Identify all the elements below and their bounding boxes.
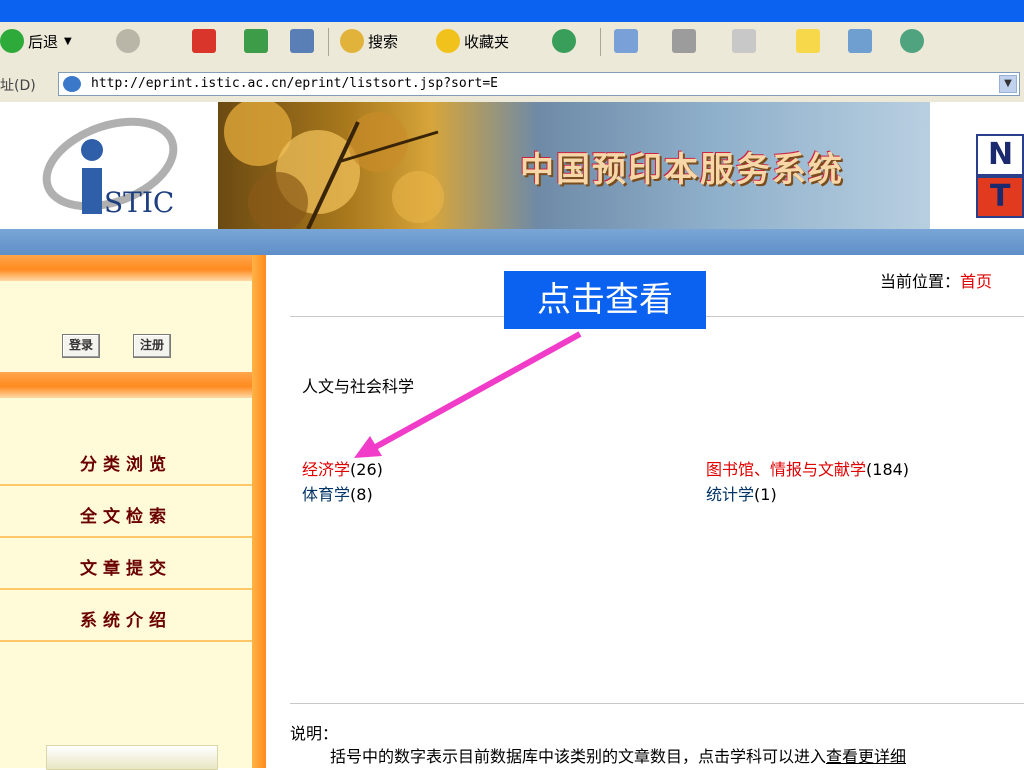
istic-logo[interactable]: STIC bbox=[0, 102, 218, 229]
partner-logo[interactable]: N T bbox=[976, 134, 1024, 218]
sidebar-item-about[interactable]: 系统介绍 bbox=[0, 592, 252, 642]
site-title: 中国预印本服务系统 bbox=[520, 150, 844, 190]
category-link-sports[interactable]: 体育学 bbox=[302, 485, 350, 504]
sidebar-item-fulltext-search[interactable]: 全文检索 bbox=[0, 488, 252, 538]
site-banner: STIC 中国预印本服务系统 N T bbox=[0, 102, 1024, 229]
note-label: 说明： bbox=[290, 724, 339, 743]
history-icon bbox=[552, 29, 576, 53]
sidebar-item-label: 文章提交 bbox=[80, 559, 172, 579]
note-body: 括号中的数字表示目前数据库中该类别的文章数目，点击学科可以进入 bbox=[330, 747, 827, 766]
refresh-icon bbox=[244, 29, 268, 53]
sidebar-item-label: 分类浏览 bbox=[80, 455, 172, 475]
refresh-button[interactable] bbox=[244, 28, 272, 54]
category-count: (8) bbox=[350, 485, 373, 504]
edit-icon bbox=[732, 29, 756, 53]
toolbar-separator bbox=[328, 28, 329, 56]
forward-arrow-icon bbox=[116, 29, 140, 53]
messenger-button[interactable] bbox=[900, 28, 928, 54]
breadcrumb: 当前位置：首页 bbox=[880, 268, 992, 292]
note-text: 括号中的数字表示目前数据库中该类别的文章数目，点击学科可以进入查看更详细 bbox=[330, 743, 906, 767]
category-item: 体育学(8) bbox=[302, 481, 373, 505]
sidebar-edge bbox=[252, 255, 266, 768]
sidebar-band-top bbox=[0, 255, 252, 281]
back-arrow-icon bbox=[0, 29, 24, 53]
home-icon bbox=[290, 29, 314, 53]
print-button[interactable] bbox=[672, 28, 700, 54]
back-label: 后退 bbox=[28, 32, 59, 51]
sidebar-item-browse[interactable]: 分类浏览 bbox=[0, 436, 252, 486]
address-dropdown-icon[interactable]: ▼ bbox=[999, 75, 1017, 93]
register-button[interactable]: 注册 bbox=[133, 334, 172, 358]
print-icon bbox=[672, 29, 696, 53]
nav-strip bbox=[0, 229, 1024, 255]
sidebar-item-label: 系统介绍 bbox=[80, 611, 172, 631]
search-label: 搜索 bbox=[368, 32, 399, 51]
partner-logo-t: T bbox=[976, 176, 1024, 218]
favorites-label: 收藏夹 bbox=[464, 32, 510, 51]
address-bar: 址(D) http://eprint.istic.ac.cn/eprint/li… bbox=[0, 66, 1024, 103]
breadcrumb-home-link[interactable]: 首页 bbox=[960, 272, 992, 291]
category-item: 图书馆、情报与文献学(184) bbox=[706, 456, 909, 480]
category-count: (1) bbox=[754, 485, 777, 504]
sidebar-band-middle bbox=[0, 372, 252, 398]
sidebar-ad[interactable] bbox=[46, 745, 218, 770]
browser-toolbar: 后退 ▼ 搜索 收藏夹 bbox=[0, 22, 1024, 67]
address-url: http://eprint.istic.ac.cn/eprint/listsor… bbox=[91, 76, 498, 91]
favorites-button[interactable]: 收藏夹 bbox=[436, 28, 509, 54]
partner-logo-n: N bbox=[976, 134, 1024, 176]
mail-button[interactable] bbox=[614, 28, 642, 54]
back-button[interactable]: 后退 ▼ bbox=[0, 28, 72, 54]
search-icon bbox=[340, 29, 364, 53]
category-count: (184) bbox=[866, 460, 910, 479]
location-label: 当前位置： bbox=[880, 272, 961, 291]
banner-image: 中国预印本服务系统 bbox=[218, 102, 930, 229]
search-button[interactable]: 搜索 bbox=[340, 28, 398, 54]
category-link-library-science[interactable]: 图书馆、情报与文献学 bbox=[706, 460, 866, 479]
annotation-arrow-icon bbox=[354, 331, 582, 458]
notes-button[interactable] bbox=[796, 28, 824, 54]
divider-bottom bbox=[290, 703, 1024, 704]
edit-button[interactable] bbox=[732, 28, 760, 54]
category-link-statistics[interactable]: 统计学 bbox=[706, 485, 754, 504]
messenger-icon bbox=[900, 29, 924, 53]
forward-button[interactable] bbox=[116, 28, 144, 54]
stop-button[interactable] bbox=[192, 28, 220, 54]
category-item: 统计学(1) bbox=[706, 481, 777, 505]
notes-icon bbox=[796, 29, 820, 53]
logo-text: STIC bbox=[104, 186, 175, 219]
ie-page-icon bbox=[63, 76, 81, 92]
sidebar-item-submit[interactable]: 文章提交 bbox=[0, 540, 252, 590]
history-button[interactable] bbox=[552, 28, 580, 54]
login-button[interactable]: 登录 bbox=[62, 334, 101, 358]
toolbar-separator bbox=[600, 28, 601, 56]
stop-icon bbox=[192, 29, 216, 53]
home-button[interactable] bbox=[290, 28, 318, 54]
research-button[interactable] bbox=[848, 28, 876, 54]
address-label: 址(D) bbox=[0, 78, 36, 94]
mail-icon bbox=[614, 29, 638, 53]
annotation-callout: 点击查看 bbox=[504, 271, 706, 329]
star-icon bbox=[436, 29, 460, 53]
research-icon bbox=[848, 29, 872, 53]
dropdown-arrow-icon: ▼ bbox=[64, 35, 72, 47]
sidebar-item-label: 全文检索 bbox=[80, 507, 172, 527]
address-input[interactable]: http://eprint.istic.ac.cn/eprint/listsor… bbox=[58, 72, 1020, 96]
note-link[interactable]: 查看更详细 bbox=[826, 747, 906, 766]
